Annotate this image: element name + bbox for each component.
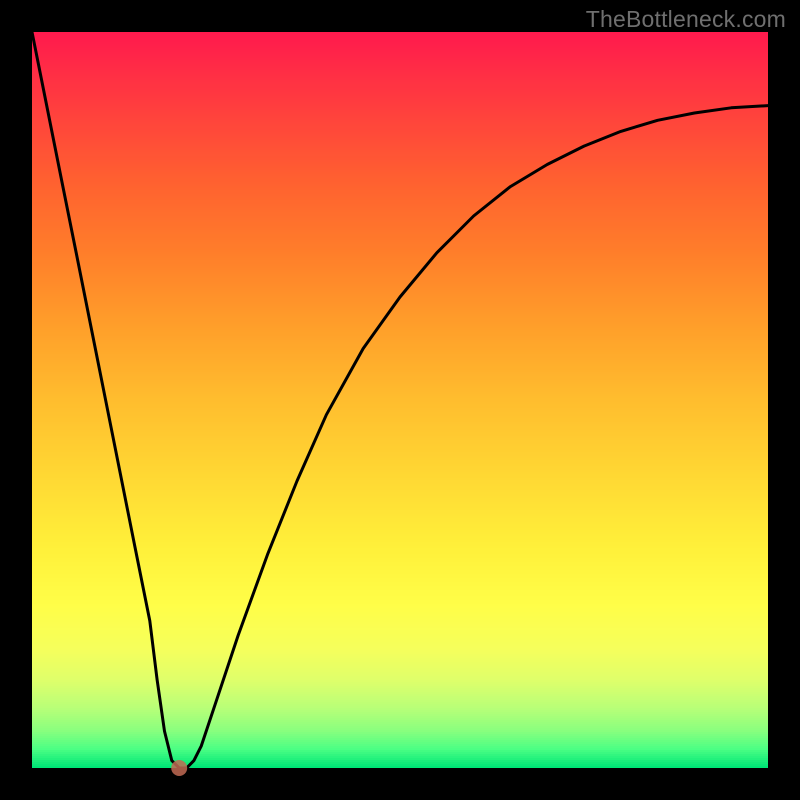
- watermark-text: TheBottleneck.com: [586, 6, 786, 33]
- plot-area: [32, 32, 768, 768]
- minimum-marker: [171, 760, 187, 776]
- chart-frame: TheBottleneck.com: [0, 0, 800, 800]
- curve-layer: [32, 32, 768, 768]
- bottleneck-curve: [32, 32, 768, 768]
